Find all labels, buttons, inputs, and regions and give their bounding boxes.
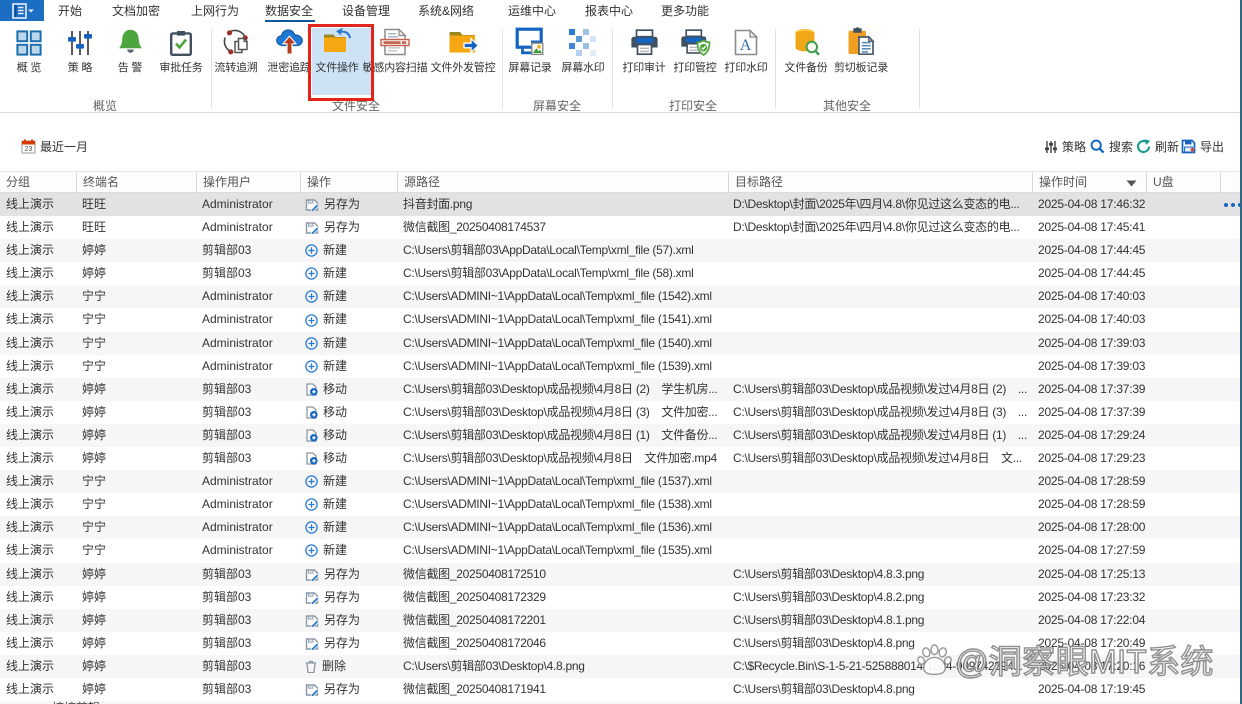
- svg-text:23: 23: [25, 146, 33, 153]
- svg-text:A: A: [740, 37, 752, 54]
